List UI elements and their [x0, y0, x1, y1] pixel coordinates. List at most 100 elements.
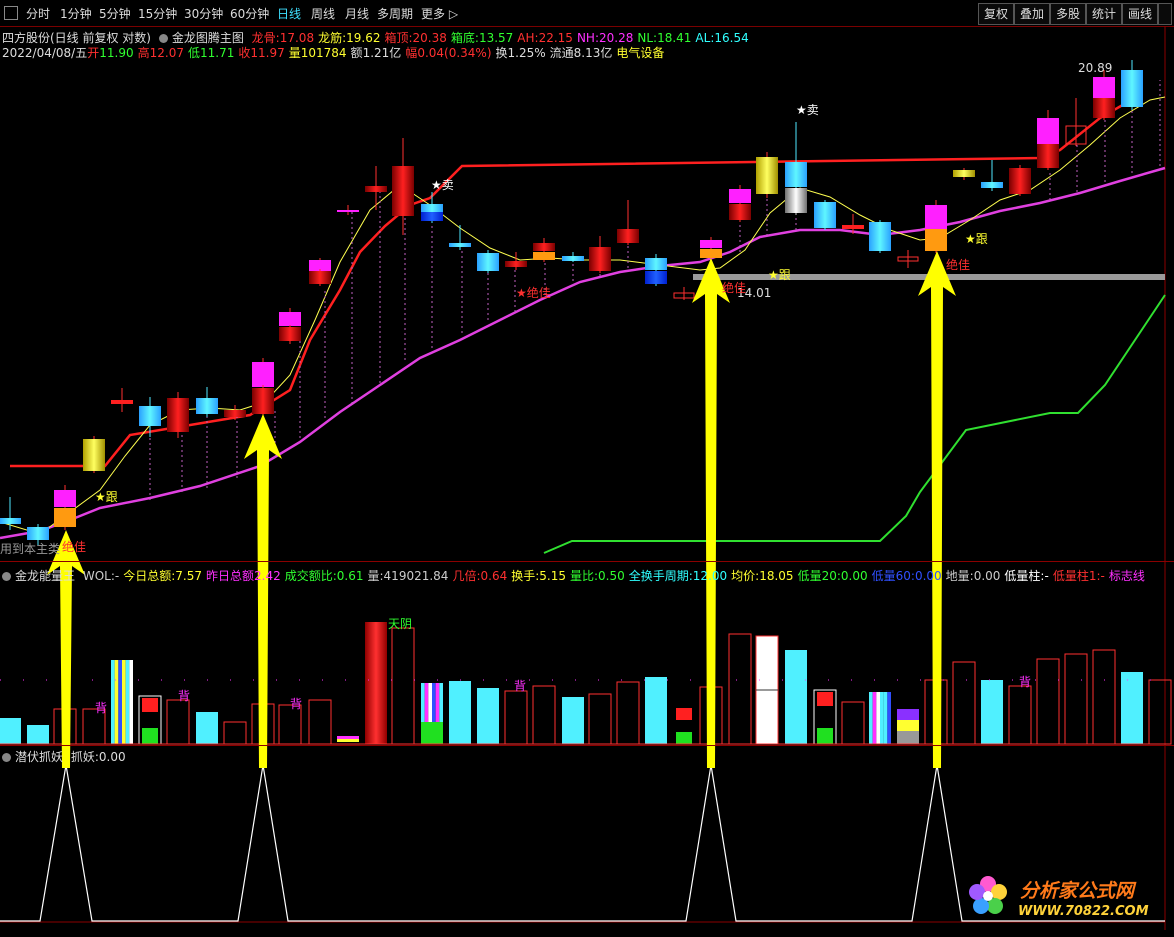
- quote-low: 11.71: [199, 46, 235, 60]
- candle-body-34: [729, 189, 751, 203]
- watermark-logo: 分析家公式网 WWW.70822.COM: [962, 866, 1162, 928]
- quote-line: 2022/04/08/五开11.90 高12.07 低11.71 收11.97 量101…: [2, 46, 665, 60]
- candle-body-24: [533, 243, 555, 251]
- candle-body-32: [700, 240, 722, 248]
- volume-bar-14: [391, 627, 415, 745]
- volume-bar-22: [616, 681, 640, 745]
- main-param-label-2: 箱顶:: [384, 31, 413, 45]
- main-param-label-7: AL:: [695, 31, 715, 45]
- volume-bar-13: [365, 622, 387, 744]
- sell-signal-1: ★卖: [431, 178, 454, 192]
- volume-param-value-8: 12.00: [692, 569, 728, 583]
- bei-label-5: 背: [1019, 675, 1032, 689]
- volume-bar-35: [981, 680, 1003, 744]
- volume-param-label-0: WOL:: [82, 569, 115, 583]
- volume-param-label-9: 均价:: [731, 569, 760, 583]
- candle-body-13: [279, 327, 301, 341]
- candle-body-15: [309, 271, 331, 284]
- candle-body-17: [365, 186, 387, 192]
- candle-body-28: [617, 229, 639, 243]
- bottom-indicator-name[interactable]: 潜伏抓妖: [15, 750, 63, 764]
- bei-label-3: 背: [290, 697, 303, 711]
- candle-body-52: [1093, 98, 1115, 118]
- volume-param-label-6: 换手:: [511, 569, 540, 583]
- candle-body-16: [337, 210, 359, 212]
- bei-label-4: 背: [514, 679, 527, 693]
- main-param-label-6: NL:: [637, 31, 658, 45]
- volume-param-value-1: 7.57: [175, 569, 202, 583]
- volume-bar-8: [223, 721, 247, 745]
- volume-param-label-10: 低量20:: [797, 569, 841, 583]
- settings-circle-icon[interactable]: [2, 572, 11, 581]
- volume-param-value-9: 18.05: [759, 569, 794, 583]
- candle-body-29: [645, 258, 667, 270]
- volume-bar-40: [1121, 672, 1143, 744]
- settings-circle-icon[interactable]: [158, 34, 168, 43]
- volume-bar-30: [841, 701, 865, 745]
- quote-change: 0.04(0.34%): [417, 46, 492, 60]
- volume-bar-32-y: [897, 720, 919, 731]
- main-param-value-0: 17.08: [279, 31, 315, 45]
- volume-panel-header: 金龙能量王 WOL:- 今日总额:7.57 昨日总额2.42 成交额比:0.61 量:4…: [2, 567, 1153, 584]
- volume-param-label-4: 量:: [367, 569, 384, 583]
- volume-bar-31-s5: [887, 692, 891, 744]
- volume-param-label-14: 低量柱1:: [1052, 569, 1101, 583]
- volume-param-label-13: 低量柱:: [1004, 569, 1045, 583]
- volume-bar-15-s4: [435, 683, 440, 722]
- bei-label-1: 背: [95, 701, 108, 715]
- volume-bar-6: [166, 699, 190, 745]
- quote-float: 8.13亿: [573, 46, 613, 60]
- volume-bar-41: [1148, 679, 1172, 745]
- bei-label-2: 背: [178, 689, 191, 703]
- volume-param-value-4: 419021.84: [383, 569, 449, 583]
- candle-body-26: [562, 256, 584, 261]
- volume-bar-21: [588, 693, 612, 745]
- volume-indicator-name[interactable]: 金龙能量王: [15, 569, 75, 583]
- candle-body-0: [0, 518, 21, 524]
- volume-param-label-15: 标志线: [1108, 569, 1145, 583]
- candle-body-46: [981, 182, 1003, 188]
- volume-param-value-12: 0.00: [973, 569, 1001, 583]
- divider-main-volume: [0, 561, 1174, 562]
- candle-body-36: [756, 157, 778, 194]
- volume-param-label-12: 地量:: [945, 569, 974, 583]
- candle-body-25: [533, 252, 555, 260]
- candle-body-27: [589, 247, 611, 271]
- candle-body-7: [167, 398, 189, 432]
- volume-bar-23: [645, 677, 667, 744]
- candle-body-40: [842, 225, 864, 229]
- bottom-panel-header: 潜伏抓妖 抓妖:0.00: [2, 748, 130, 765]
- volume-bar-12: [337, 736, 359, 739]
- quote-date: 2022/04/08/五: [2, 46, 88, 60]
- candle-body-2: [54, 490, 76, 507]
- volume-param-value-3: 0.61: [336, 569, 364, 583]
- candle-body-11: [252, 388, 274, 414]
- main-param-value-4: 22.15: [538, 31, 573, 45]
- volume-param-value-2: 2.42: [254, 569, 281, 583]
- candle-body-53: [1121, 70, 1143, 107]
- volume-bar-15-s1: [424, 683, 429, 722]
- volume-param-label-3: 成交额比:: [284, 569, 337, 583]
- volume-bar-28: [785, 650, 807, 744]
- volume-bar-11: [308, 699, 332, 745]
- buy-arrow-3: [692, 258, 730, 768]
- main-param-label-0: 龙骨:: [251, 31, 280, 45]
- settings-circle-icon[interactable]: [2, 753, 11, 762]
- volume-bar-38: [1064, 653, 1088, 745]
- volume-param-value-5: 0.64: [480, 569, 508, 583]
- volume-bar-24-r: [676, 708, 692, 720]
- quote-open: 11.90: [99, 46, 134, 60]
- volume-bar-17: [477, 688, 499, 744]
- volume-param-value-7: 0.50: [598, 569, 625, 583]
- price-high-label: 20.89: [1078, 61, 1113, 75]
- volume-bar-31-s4: [883, 692, 888, 744]
- candle-body-1: [27, 527, 49, 540]
- candle-body-37: [785, 162, 807, 187]
- indicator-name[interactable]: 金龙图腾主图: [172, 31, 244, 45]
- volume-bar-16: [449, 681, 471, 744]
- volume-bar-31-s2: [876, 692, 880, 744]
- main-param-label-3: 箱底:: [450, 31, 479, 45]
- volume-param-label-1: 今日总额:: [123, 569, 176, 583]
- volume-bar-7: [196, 712, 218, 744]
- candle-body-45: [953, 170, 975, 177]
